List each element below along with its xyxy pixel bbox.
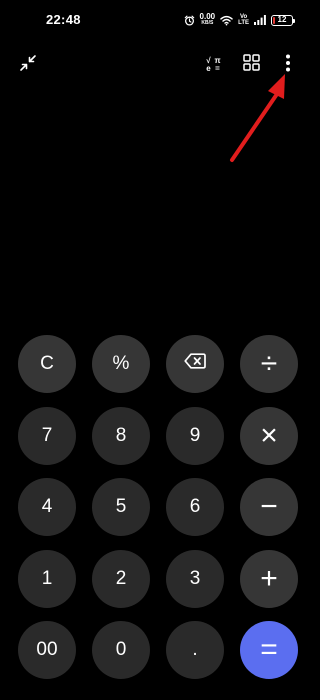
- converter-button[interactable]: [237, 51, 265, 79]
- digit-2-button[interactable]: 2: [92, 549, 150, 608]
- digit-5-button[interactable]: 5: [92, 478, 150, 536]
- network-speed-indicator: 0.00 KB/S: [200, 13, 216, 27]
- collapse-button[interactable]: [14, 51, 42, 79]
- wifi-icon: [220, 15, 233, 26]
- more-options-button[interactable]: [274, 51, 302, 79]
- key-label: 6: [189, 496, 201, 517]
- key-label: 4: [41, 496, 53, 517]
- network-speed-unit: KB/S: [201, 20, 214, 26]
- collapse-arrows-icon: [19, 54, 37, 77]
- key-label: 8: [115, 424, 127, 446]
- subtract-button[interactable]: −: [240, 478, 298, 536]
- digit-4-button[interactable]: 4: [18, 478, 76, 536]
- key-label: −: [260, 490, 278, 523]
- key-label: C: [40, 353, 54, 374]
- percent-button[interactable]: %: [92, 335, 150, 393]
- status-bar: 22:48 0.00 KB/S Vo LTE 12: [0, 0, 315, 40]
- add-button[interactable]: +: [240, 549, 298, 608]
- battery-icon: 12: [271, 14, 295, 26]
- divide-button[interactable]: ÷: [240, 335, 298, 393]
- key-label: =: [260, 633, 278, 666]
- key-label: %: [112, 353, 130, 374]
- clear-button[interactable]: C: [18, 335, 76, 393]
- equals-button[interactable]: =: [240, 621, 298, 679]
- battery-level-text: 12: [277, 15, 287, 24]
- digit-7-button[interactable]: 7: [18, 406, 76, 465]
- multiply-button[interactable]: ×: [240, 406, 298, 465]
- alarm-icon: [184, 15, 195, 26]
- digit-0-button[interactable]: 0: [92, 621, 150, 679]
- grid-icon: [242, 54, 260, 76]
- key-label: 2: [115, 567, 127, 589]
- key-label: ×: [260, 418, 278, 452]
- key-label: 00: [36, 639, 58, 660]
- key-label: 0: [115, 639, 127, 660]
- key-label: 9: [189, 424, 201, 446]
- key-label: 5: [115, 496, 127, 517]
- digit-9-button[interactable]: 9: [166, 406, 224, 465]
- key-label: ÷: [260, 347, 278, 380]
- key-label: .: [192, 639, 198, 660]
- backspace-icon: [184, 353, 206, 375]
- status-icons: 0.00 KB/S Vo LTE 12: [184, 12, 295, 28]
- backspace-button[interactable]: [166, 335, 224, 393]
- signal-icon: [254, 15, 266, 25]
- volte-indicator: Vo LTE: [238, 14, 249, 26]
- digit-3-button[interactable]: 3: [166, 549, 224, 608]
- digit-8-button[interactable]: 8: [92, 406, 150, 465]
- scientific-mode-button[interactable]: √ π e =: [199, 51, 227, 79]
- battery-level-fill: [273, 16, 276, 24]
- digit-6-button[interactable]: 6: [166, 478, 224, 536]
- e-glyph: e: [206, 64, 211, 73]
- key-label: 7: [41, 424, 53, 446]
- key-label: 3: [189, 567, 201, 589]
- double-zero-button[interactable]: 00: [18, 621, 76, 679]
- status-time: 22:48: [46, 12, 81, 27]
- digit-1-button[interactable]: 1: [18, 549, 76, 608]
- more-vertical-icon: [285, 54, 291, 77]
- keypad: C% ÷ 7 8 9 × 4 5 6−1 2 3 +00 0. =: [18, 335, 298, 679]
- decimal-point-button[interactable]: .: [166, 621, 224, 679]
- equals-glyph: =: [215, 64, 220, 73]
- volte-bottom-label: LTE: [238, 20, 249, 26]
- key-label: +: [260, 561, 278, 595]
- scientific-functions-icon: √ π e =: [204, 57, 222, 73]
- network-speed-value: 0.00: [199, 12, 216, 21]
- key-label: 1: [41, 567, 53, 589]
